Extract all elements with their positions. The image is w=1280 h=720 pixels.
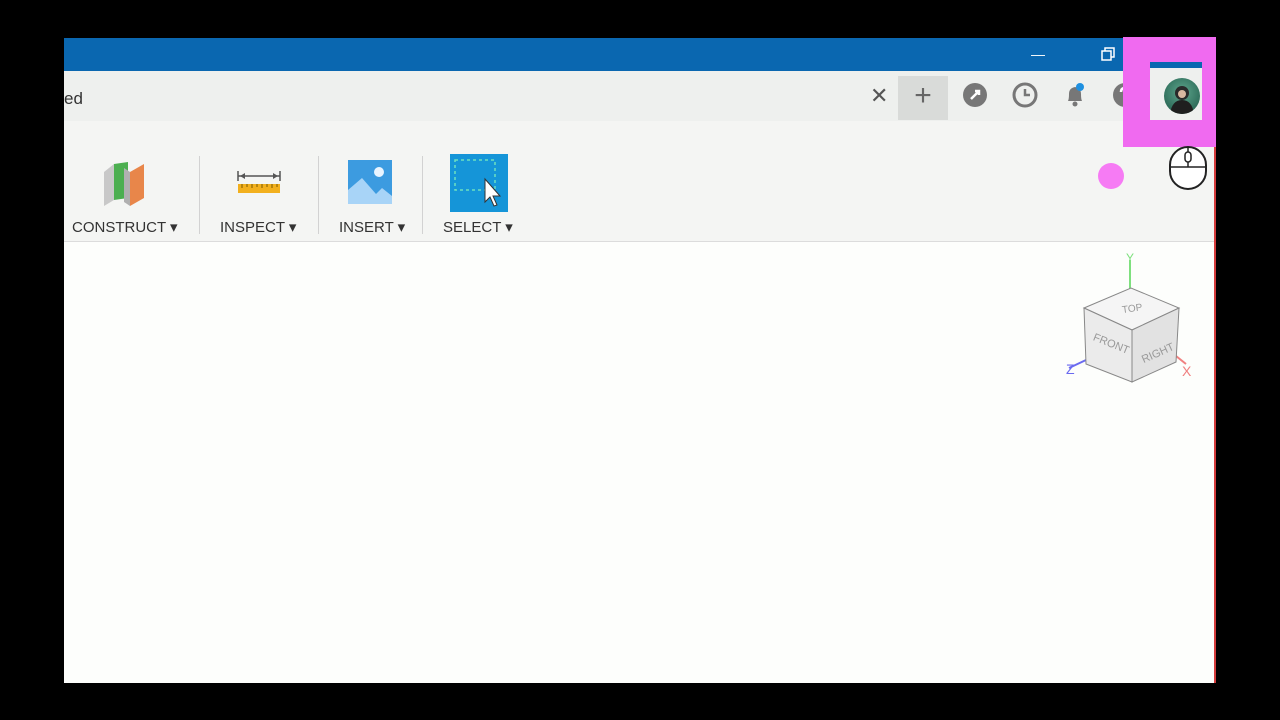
select-label: SELECT ▾ [443, 219, 513, 236]
inspect-label: INSPECT ▾ [220, 219, 297, 236]
viewcube[interactable]: Y Z X TOP FRONT RIGHT [1064, 252, 1204, 402]
document-tab-title[interactable]: ed [64, 89, 83, 109]
construct-label: CONSTRUCT ▾ [72, 219, 178, 236]
fusion-app-window: — ed ✕ + CONSTRUCT ▾ INSPECT ▾ INSERT ▾ … [64, 38, 1215, 683]
toolbar-divider [318, 156, 319, 234]
select-icon [450, 154, 508, 212]
insert-label: INSERT ▾ [339, 219, 406, 236]
title-bar: — [64, 38, 1215, 71]
notifications-icon[interactable] [1061, 81, 1089, 109]
construct-icon [104, 162, 144, 206]
minimize-icon[interactable]: — [1024, 44, 1052, 64]
new-tab-button[interactable]: + [898, 76, 948, 120]
mouse-icon [1169, 146, 1207, 190]
insert-image-icon [348, 160, 392, 204]
toolbar-divider [199, 156, 200, 234]
user-avatar[interactable] [1164, 78, 1200, 114]
extensions-icon[interactable] [961, 81, 989, 109]
inspect-group[interactable]: INSPECT ▾ [220, 121, 300, 241]
construct-group[interactable]: CONSTRUCT ▾ [72, 121, 182, 241]
canvas-viewport[interactable]: Y Z X TOP FRONT RIGHT [64, 242, 1215, 683]
measure-icon [237, 171, 281, 193]
restore-icon[interactable] [1094, 44, 1122, 64]
axis-z-label: Z [1066, 361, 1075, 377]
plus-icon: + [914, 79, 932, 112]
document-tab-bar: ed ✕ + [64, 71, 1215, 121]
window-edge [1214, 147, 1216, 683]
select-group[interactable]: SELECT ▾ [443, 121, 523, 241]
axis-y-label: Y [1126, 252, 1134, 265]
history-icon[interactable] [1011, 81, 1039, 109]
click-indicator [1098, 163, 1124, 189]
axis-x-label: X [1182, 363, 1192, 379]
insert-group[interactable]: INSERT ▾ [339, 121, 409, 241]
design-toolbar: CONSTRUCT ▾ INSPECT ▾ INSERT ▾ SELECT ▾ [64, 121, 1215, 242]
toolbar-divider [422, 156, 423, 234]
close-tab-icon[interactable]: ✕ [870, 85, 888, 107]
